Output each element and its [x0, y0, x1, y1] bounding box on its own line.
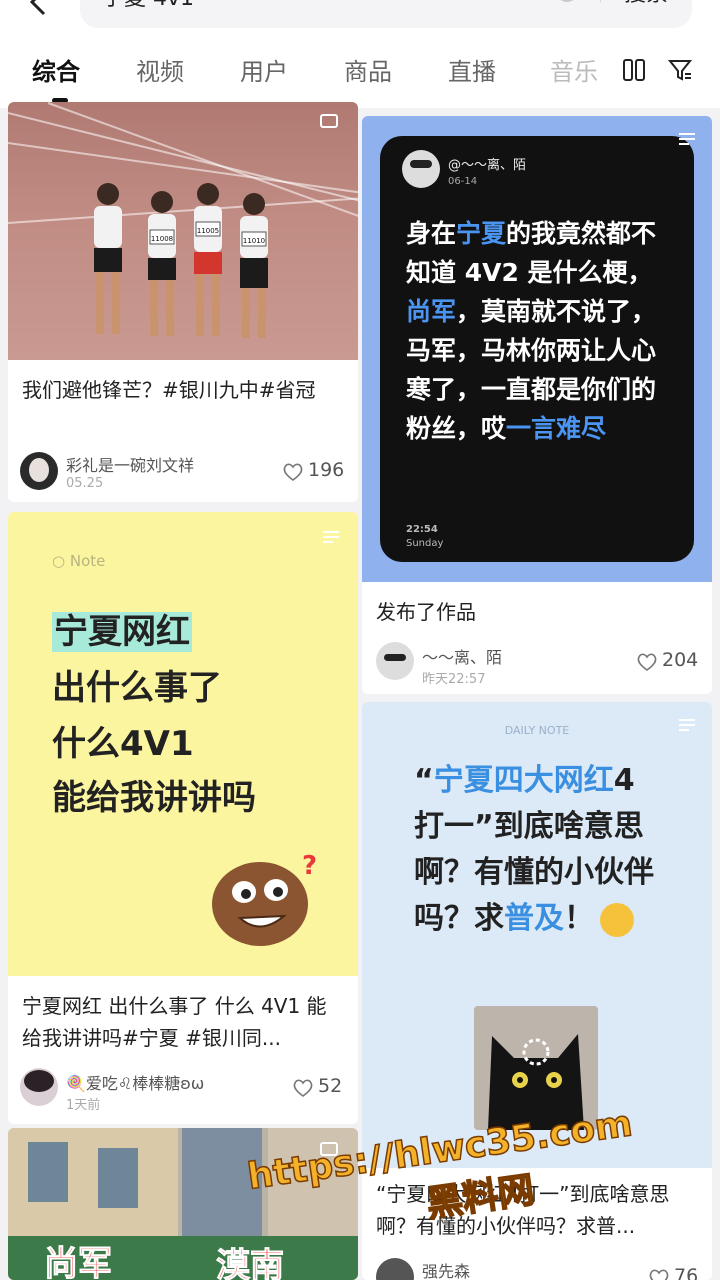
- note-day: Sunday: [406, 538, 444, 549]
- note-line: 宁夏网红: [52, 612, 192, 652]
- tab-products[interactable]: 商品: [344, 52, 392, 87]
- clear-search-icon[interactable]: [556, 0, 578, 2]
- avatar[interactable]: [376, 1258, 414, 1280]
- avatar[interactable]: [20, 1068, 58, 1106]
- heart-icon[interactable]: [292, 1078, 314, 1098]
- card-title: 宁夏网红 出什么事了 什么 4V1 能给我讲讲吗#宁夏 #银川同...: [22, 994, 327, 1050]
- note-label: DAILY NOTE: [504, 724, 570, 737]
- overlay-text-left: 尚军: [44, 1244, 113, 1280]
- card-title: 我们避他锋芒？#银川九中#省冠: [22, 378, 316, 402]
- note-body: 身在宁夏的我竟然都不知道 4V2 是什么梗，尚军，莫南就不说了，马军，马林你两让…: [406, 219, 657, 443]
- search-bar[interactable]: 宁夏 4v1 搜索: [80, 0, 692, 28]
- bib-number: 11005: [197, 227, 219, 235]
- feed-card-3[interactable]: ○ Note 宁夏网红 出什么事了 什么4V1 能给我讲讲吗 ? 宁夏网红 出什…: [8, 512, 358, 1124]
- like-count: 52: [318, 1075, 343, 1097]
- search-divider: [600, 0, 601, 2]
- tab-live[interactable]: 直播: [448, 52, 496, 87]
- tab-users[interactable]: 用户: [240, 52, 288, 87]
- category-tabs: 综合 视频 用户 商品 直播 音乐: [0, 52, 720, 96]
- tab-music[interactable]: 音乐: [550, 52, 598, 87]
- note-screenshot: @～～离、陌 06-14 身在宁夏的我竟然都不知道 4V2 是什么梗，尚军，莫南…: [380, 136, 694, 562]
- card-cover-image: 11008 11005 11010: [8, 102, 358, 360]
- avatar[interactable]: [376, 642, 414, 680]
- feed-card-4[interactable]: DAILY NOTE “宁夏四大网红4打一”到底啥意思啊？有懂的小伙伴吗？求普及…: [362, 702, 712, 1280]
- back-arrow-icon[interactable]: [22, 0, 54, 18]
- overlay-text-right: 漠南: [216, 1246, 285, 1280]
- bib-number: 11010: [243, 237, 265, 245]
- like-count: 76: [674, 1265, 699, 1280]
- card-title: 发布了作品: [376, 600, 476, 624]
- layout-toggle-icon[interactable]: [622, 58, 646, 82]
- tab-video[interactable]: 视频: [136, 52, 184, 87]
- feed-card-1[interactable]: 11008 11005 11010 我们避他锋芒？#银川九中#省冠 彩礼是一碗刘…: [8, 102, 358, 502]
- thinking-emoji-icon: [600, 902, 634, 937]
- note-icon: [679, 719, 695, 731]
- card-cover-image: ○ Note 宁夏网红 出什么事了 什么4V1 能给我讲讲吗 ?: [8, 512, 358, 976]
- card-cover-image: @～～离、陌 06-14 身在宁夏的我竟然都不知道 4V2 是什么梗，尚军，莫南…: [362, 116, 712, 582]
- post-date: 05.25: [66, 476, 104, 491]
- note-label: ○ Note: [52, 552, 106, 570]
- bib-number: 11008: [151, 235, 173, 243]
- top-bar: 宁夏 4v1 搜索 综合 视频 用户 商品 直播 音乐: [0, 0, 720, 108]
- athletes-photo: 11008 11005 11010: [94, 183, 268, 338]
- search-input[interactable]: 宁夏 4v1: [102, 0, 194, 12]
- heart-icon[interactable]: [648, 1268, 670, 1280]
- confused-emoji-icon: ?: [212, 851, 317, 946]
- post-date: 昨天22:57: [422, 672, 486, 687]
- author-name[interactable]: 🍭爱吃♌棒棒糖ʚѡ: [66, 1070, 204, 1094]
- note-line: 能给我讲讲吗: [52, 778, 256, 818]
- card-cover-image: DAILY NOTE “宁夏四大网红4打一”到底啥意思啊？有懂的小伙伴吗？求普及…: [362, 702, 712, 1168]
- author-name[interactable]: 彩礼是一碗刘文祥: [66, 452, 194, 476]
- note-username: @～～离、陌: [448, 158, 527, 173]
- author-name[interactable]: ～～离、陌: [422, 644, 502, 668]
- like-count: 196: [308, 459, 345, 481]
- gallery-icon: [320, 114, 338, 128]
- like-count: 204: [662, 649, 699, 671]
- note-body: “宁夏四大网红4打一”到底啥意思啊？有懂的小伙伴吗？求普及！: [414, 763, 654, 937]
- note-icon: [679, 133, 695, 145]
- feed-card-2[interactable]: @～～离、陌 06-14 身在宁夏的我竟然都不知道 4V2 是什么梗，尚军，莫南…: [362, 116, 712, 694]
- heart-icon[interactable]: [282, 462, 304, 482]
- heart-icon[interactable]: [636, 652, 658, 672]
- search-button[interactable]: 搜索: [624, 0, 668, 8]
- note-avatar: [402, 150, 440, 188]
- tab-comprehensive[interactable]: 综合: [32, 52, 80, 87]
- post-date: 1天前: [66, 1098, 101, 1113]
- note-icon: [323, 531, 339, 543]
- author-name[interactable]: 强先森: [422, 1258, 470, 1280]
- note-line: 出什么事了: [52, 668, 222, 708]
- note-time: 22:54: [406, 524, 438, 535]
- filter-icon[interactable]: [668, 58, 692, 82]
- svg-text:?: ?: [302, 851, 317, 881]
- note-line: 什么4V1: [52, 724, 194, 764]
- note-date: 06-14: [448, 176, 478, 187]
- avatar[interactable]: [20, 452, 58, 490]
